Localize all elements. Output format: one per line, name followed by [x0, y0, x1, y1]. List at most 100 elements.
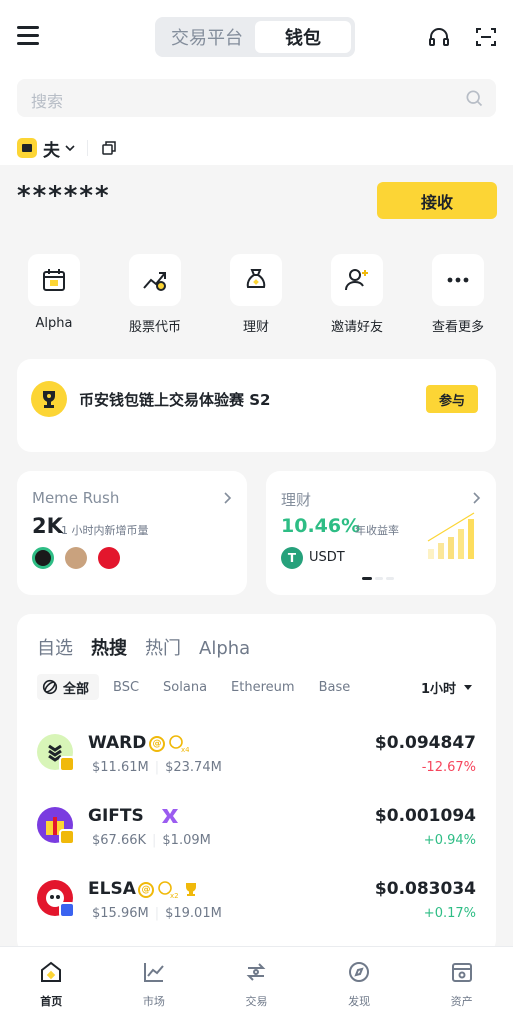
search-input[interactable]: 搜索	[17, 79, 496, 117]
quick-action-earn[interactable]: 理财	[216, 254, 296, 335]
time-filter-label: 1小时	[420, 682, 456, 697]
bsc-chain-icon	[59, 756, 75, 772]
quick-action-alpha[interactable]: Alpha	[14, 254, 94, 331]
earn-asset: USDT	[309, 550, 345, 565]
chevron-right-icon	[224, 492, 232, 504]
tab-popular[interactable]: 热门	[145, 634, 181, 660]
market-section: 自选 热搜 热门 Alpha 全部 BSC Solana Ethereum Ba…	[17, 614, 496, 954]
meme-count: 2K	[32, 514, 63, 538]
volume-multiplier-icon: x2	[158, 881, 178, 899]
x-badge-icon	[162, 809, 178, 823]
tab-exchange[interactable]: 交易平台	[159, 21, 255, 53]
token-tags: @ x4	[149, 735, 189, 753]
token-name: WARD	[88, 733, 147, 753]
tab-hot-search[interactable]: 热搜	[91, 634, 127, 660]
token-change: +0.17%	[423, 906, 476, 921]
chain-all[interactable]: 全部	[37, 674, 100, 700]
token-meta: $11.61M | $23.74M	[92, 760, 222, 775]
globe-icon	[42, 679, 58, 695]
token-market-cap: $67.66K	[92, 833, 147, 848]
chain-filter: 全部 BSC Solana Ethereum Base	[37, 674, 479, 700]
nav-home[interactable]: 首页	[0, 947, 103, 1021]
market-tabs: 自选 热搜 热门 Alpha	[37, 634, 250, 660]
chain-base[interactable]: Base	[311, 674, 361, 700]
token-row[interactable]: ELSA @ x2 $15.96M | $19.01M $0.083034 +0.1…	[17, 876, 496, 948]
event-banner[interactable]: 币安钱包链上交易体验赛 S2 参与	[17, 359, 496, 452]
nav-trade[interactable]: 交易	[205, 947, 308, 1021]
chart-icon	[143, 963, 164, 982]
growth-chart-icon	[427, 512, 475, 559]
wallet-name: 夫	[43, 140, 60, 161]
carousel-dots	[362, 577, 394, 580]
wallet-selector[interactable]: 夫	[17, 136, 118, 161]
quick-action-more[interactable]: 查看更多	[418, 254, 498, 335]
balance-hidden[interactable]: ******	[17, 181, 111, 211]
wallet-icon	[17, 138, 37, 158]
join-button[interactable]: 参与	[426, 385, 478, 413]
token-name: ELSA	[88, 879, 136, 899]
headset-icon[interactable]	[427, 25, 451, 49]
earn-title: 理财	[281, 491, 312, 509]
alpha-tag-icon: @	[149, 736, 165, 752]
search-placeholder: 搜索	[31, 92, 64, 111]
meme-coin-icon	[65, 547, 87, 569]
receive-button[interactable]: 接收	[377, 182, 497, 219]
token-price: $0.001094	[374, 806, 476, 826]
nav-label: 交易	[245, 995, 268, 1008]
nav-label: 市场	[142, 995, 165, 1008]
token-change: +0.94%	[423, 833, 476, 848]
menu-icon[interactable]	[17, 26, 39, 46]
token-meta: $15.96M | $19.01M	[92, 906, 222, 921]
chain-label: 全部	[63, 681, 90, 697]
nav-label: 首页	[40, 995, 63, 1008]
copy-icon[interactable]	[100, 139, 118, 157]
token-meta: $67.66K | $1.09M	[92, 833, 211, 848]
caret-down-icon	[464, 685, 472, 690]
quick-action-invite[interactable]: 邀请好友	[317, 254, 397, 335]
top-bar: 交易平台 钱包 搜索 夫	[0, 0, 513, 165]
token-price: $0.083034	[374, 879, 476, 899]
chevron-right-icon	[473, 492, 481, 504]
invite-friend-icon	[345, 269, 368, 291]
volume-multiplier-icon: x4	[169, 735, 189, 753]
chain-solana[interactable]: Solana	[155, 674, 217, 700]
home-icon	[41, 961, 62, 982]
money-bag-icon	[246, 269, 266, 288]
chain-bsc[interactable]: BSC	[105, 674, 149, 700]
bsc-chain-icon	[59, 829, 75, 845]
token-row[interactable]: WARD @ x4 $11.61M | $23.74M $0.094847 -12.…	[17, 730, 496, 802]
bottom-nav: 首页 市场 交易 发现 资产	[0, 946, 513, 1021]
tab-watchlist[interactable]: 自选	[37, 634, 73, 660]
nav-markets[interactable]: 市场	[103, 947, 206, 1021]
alpha-tag-icon: @	[138, 882, 154, 898]
nav-label: 发现	[348, 995, 371, 1008]
svg-text:x4: x4	[181, 746, 189, 753]
usdt-icon: T	[281, 547, 303, 569]
tab-alpha[interactable]: Alpha	[199, 638, 250, 659]
meme-subtitle: 1 小时内新增币量	[61, 524, 149, 537]
token-row[interactable]: GIFTS $67.66K | $1.09M $0.001094 +0.94%	[17, 803, 496, 875]
meme-coin-icon	[98, 547, 120, 569]
token-volume: $19.01M	[165, 906, 222, 921]
token-name: GIFTS	[88, 806, 144, 826]
search-icon	[466, 90, 483, 107]
earn-rate-label: 年收益率	[355, 524, 399, 537]
quick-action-label: Alpha	[35, 316, 73, 331]
earn-card[interactable]: 理财 10.46% 年收益率 T USDT	[266, 471, 496, 595]
meme-rush-card[interactable]: Meme Rush 2K 1 小时内新增币量	[17, 471, 247, 595]
earn-rate: 10.46%	[281, 515, 361, 537]
chevron-down-icon	[65, 145, 75, 152]
nav-discover[interactable]: 发现	[308, 947, 411, 1021]
alpha-calendar-icon	[43, 269, 65, 291]
quick-action-stock-token[interactable]: 股票代币	[115, 254, 195, 335]
wallet-icon	[451, 963, 472, 982]
nav-assets[interactable]: 资产	[410, 947, 513, 1021]
trophy-icon	[186, 883, 196, 896]
time-filter[interactable]: 1小时	[421, 678, 472, 697]
quick-action-label: 查看更多	[431, 320, 484, 335]
scan-icon[interactable]	[474, 25, 498, 49]
nav-label: 资产	[450, 995, 473, 1008]
chain-ethereum[interactable]: Ethereum	[223, 674, 305, 700]
svg-text:x2: x2	[170, 892, 178, 899]
tab-wallet[interactable]: 钱包	[255, 21, 351, 53]
